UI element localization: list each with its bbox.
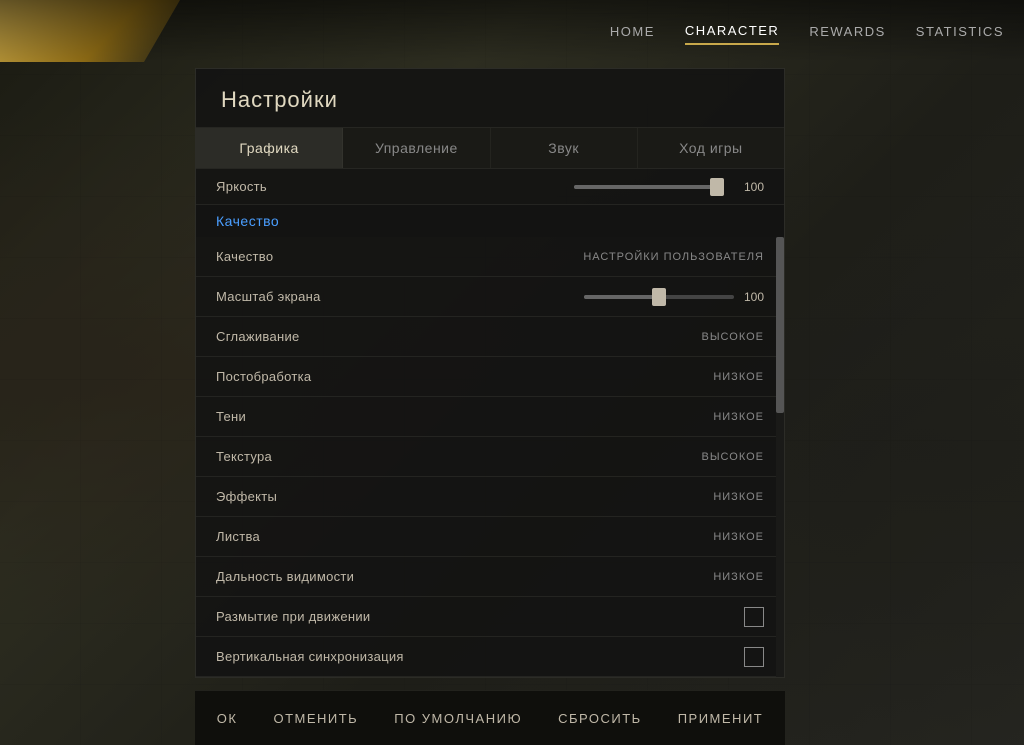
brightness-value: 100: [734, 180, 764, 194]
setting-row-antialiasing: Сглаживание ВЫСОКОЕ: [196, 317, 784, 357]
top-navigation: HOME CHARACTER REWARDS STATISTICS: [0, 0, 1024, 62]
shadows-label: Тени: [216, 409, 713, 424]
tab-controls[interactable]: Управление: [343, 128, 490, 168]
scale-label: Масштаб экрана: [216, 289, 584, 304]
ok-button[interactable]: ОК: [209, 706, 246, 731]
nav-items-container: HOME CHARACTER REWARDS STATISTICS: [610, 18, 1004, 45]
settings-panel: Настройки Графика Управление Звук Ход иг…: [195, 68, 785, 678]
scale-value: 100: [734, 290, 764, 304]
view-distance-value: НИЗКОЕ: [713, 571, 764, 583]
scale-slider-thumb[interactable]: [652, 288, 666, 306]
setting-row-vsync: Вертикальная синхронизация: [196, 637, 784, 677]
brightness-label: Яркость: [216, 179, 564, 194]
cancel-button[interactable]: ОТМЕНИТЬ: [265, 706, 366, 731]
setting-row-postprocessing: Постобработка НИЗКОЕ: [196, 357, 784, 397]
setting-row-texture: Текстура ВЫСОКОЕ: [196, 437, 784, 477]
foliage-label: Листва: [216, 529, 713, 544]
texture-label: Текстура: [216, 449, 701, 464]
quality-value: НАСТРОЙКИ ПОЛЬЗОВАТЕЛЯ: [583, 251, 764, 263]
setting-row-motion-blur: Размытие при движении: [196, 597, 784, 637]
vsync-label: Вертикальная синхронизация: [216, 649, 744, 664]
brightness-slider-container[interactable]: [574, 185, 724, 189]
effects-label: Эффекты: [216, 489, 713, 504]
tab-sound[interactable]: Звук: [491, 128, 638, 168]
settings-tabs: Графика Управление Звук Ход игры: [196, 128, 784, 169]
scrollbar-thumb[interactable]: [776, 237, 784, 413]
setting-row-view-distance: Дальность видимости НИЗКОЕ: [196, 557, 784, 597]
shadows-value: НИЗКОЕ: [713, 411, 764, 423]
setting-row-foliage: Листва НИЗКОЕ: [196, 517, 784, 557]
brightness-slider-fill: [574, 185, 724, 189]
nav-item-home[interactable]: HOME: [610, 19, 655, 44]
setting-row-effects: Эффекты НИЗКОЕ: [196, 477, 784, 517]
settings-content: Яркость 100 Качество Качество НАСТРОЙКИ …: [196, 169, 784, 677]
brightness-row: Яркость 100: [196, 169, 784, 205]
settings-title: Настройки: [196, 69, 784, 128]
nav-item-character[interactable]: CHARACTER: [685, 18, 779, 45]
quality-label: Качество: [216, 249, 583, 264]
scale-slider-track[interactable]: [584, 295, 734, 299]
action-bar: ОК ОТМЕНИТЬ ПО УМОЛЧАНИЮ СБРОСИТЬ ПРИМЕН…: [195, 690, 785, 745]
settings-scrollbar[interactable]: [776, 237, 784, 677]
brightness-slider-thumb[interactable]: [710, 178, 724, 196]
brightness-slider-track[interactable]: [574, 185, 724, 189]
effects-value: НИЗКОЕ: [713, 491, 764, 503]
nav-item-statistics[interactable]: STATISTICS: [916, 19, 1004, 44]
postprocessing-value: НИЗКОЕ: [713, 371, 764, 383]
nav-item-rewards[interactable]: REWARDS: [809, 19, 885, 44]
antialiasing-label: Сглаживание: [216, 329, 701, 344]
motion-blur-label: Размытие при движении: [216, 609, 744, 624]
vsync-checkbox[interactable]: [744, 647, 764, 667]
setting-row-quality: Качество НАСТРОЙКИ ПОЛЬЗОВАТЕЛЯ: [196, 237, 784, 277]
reset-button[interactable]: СБРОСИТЬ: [550, 706, 650, 731]
postprocessing-label: Постобработка: [216, 369, 713, 384]
foliage-value: НИЗКОЕ: [713, 531, 764, 543]
tab-graphics[interactable]: Графика: [196, 128, 343, 168]
scale-slider-container[interactable]: [584, 295, 734, 299]
setting-row-scale: Масштаб экрана 100: [196, 277, 784, 317]
antialiasing-value: ВЫСОКОЕ: [701, 331, 764, 343]
scale-slider-fill: [584, 295, 659, 299]
apply-button[interactable]: ПРИМЕНИТ: [670, 706, 772, 731]
texture-value: ВЫСОКОЕ: [701, 451, 764, 463]
view-distance-label: Дальность видимости: [216, 569, 713, 584]
default-button[interactable]: ПО УМОЛЧАНИЮ: [386, 706, 530, 731]
quality-section-header: Качество: [196, 205, 784, 237]
tab-gameplay[interactable]: Ход игры: [638, 128, 784, 168]
motion-blur-checkbox[interactable]: [744, 607, 764, 627]
setting-row-shadows: Тени НИЗКОЕ: [196, 397, 784, 437]
scrollable-rows: Качество НАСТРОЙКИ ПОЛЬЗОВАТЕЛЯ Масштаб …: [196, 237, 784, 677]
